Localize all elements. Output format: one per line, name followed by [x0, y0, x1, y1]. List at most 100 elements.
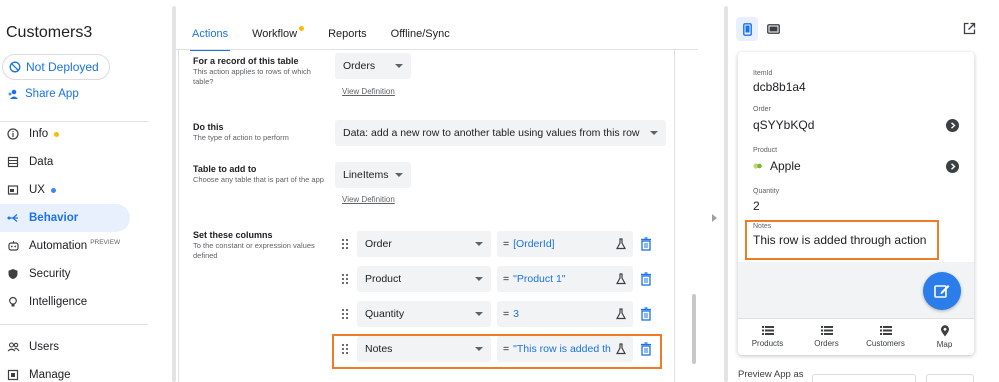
flask-icon[interactable]: [615, 238, 627, 250]
preview-app-as-label: Preview App as: [738, 369, 804, 380]
action-type-select[interactable]: Data: add a new row to another table usi…: [335, 120, 666, 146]
drag-handle-icon[interactable]: [341, 308, 349, 320]
sidebar-item-label: Behavior: [29, 212, 79, 224]
edit-button[interactable]: [923, 272, 961, 310]
bottom-nav: Products Orders Customers Map: [738, 318, 974, 355]
behavior-icon: [7, 214, 18, 222]
delete-icon[interactable]: [640, 307, 652, 321]
users-icon: [7, 342, 19, 352]
preview-badge: PREVIEW: [90, 238, 121, 246]
sidebar-nav: Info Data UX Behavior Automation PREVIEW: [0, 120, 148, 382]
list-icon: [879, 326, 892, 335]
field-label: Quantity: [753, 188, 780, 195]
table-to-add-select[interactable]: LineItems: [335, 162, 411, 188]
column-value-input[interactable]: = [OrderId]: [497, 231, 633, 257]
collapse-panel-icon[interactable]: [712, 214, 717, 222]
sidebar-item-label: Users: [29, 341, 60, 353]
record-table-select[interactable]: Orders: [335, 53, 411, 79]
sidebar-item-label: Intelligence: [29, 296, 88, 308]
app-preview: ItemId dcb8b1a4 Order qSYYbKQd Product A…: [738, 52, 974, 355]
set-columns-label: Set these columns: [193, 230, 273, 240]
delete-icon[interactable]: [640, 272, 652, 286]
preview-scrollbar[interactable]: [724, 6, 728, 382]
chevron-down-icon: [475, 312, 483, 316]
chevron-right-icon[interactable]: [946, 119, 959, 132]
deploy-status-button[interactable]: Not Deployed: [2, 54, 110, 80]
shield-icon: [8, 269, 18, 279]
tablet-icon: [766, 24, 780, 34]
do-this-label: Do this: [193, 122, 224, 132]
drag-handle-icon[interactable]: [341, 238, 349, 250]
divider: [0, 324, 148, 325]
phone-icon: [742, 22, 752, 36]
chevron-down-icon: [650, 131, 658, 135]
sidebar-item-label: Automation: [29, 240, 88, 252]
phone-view-button[interactable]: [736, 17, 758, 41]
view-definition-link[interactable]: View Definition: [342, 87, 395, 96]
sidebar-item-automation[interactable]: Automation PREVIEW: [0, 232, 148, 260]
view-definition-link[interactable]: View Definition: [342, 195, 395, 204]
automation-icon: [7, 241, 19, 251]
bottom-nav-orders[interactable]: Orders: [797, 319, 856, 355]
sidebar-item-behavior[interactable]: Behavior: [0, 204, 130, 232]
column-value-input[interactable]: = 3: [497, 301, 633, 327]
record-table-label: For a record of this table: [193, 56, 299, 66]
tablet-view-button[interactable]: [762, 17, 784, 41]
field-label: Product: [753, 147, 778, 154]
bottom-nav-products[interactable]: Products: [738, 319, 797, 355]
sidebar-item-users[interactable]: Users: [0, 333, 148, 361]
ux-icon: [7, 185, 19, 195]
sidebar: Customers3 Not Deployed Share App Info D…: [0, 0, 148, 382]
sidebar-item-ux[interactable]: UX: [0, 176, 148, 204]
flask-icon[interactable]: [615, 308, 627, 320]
tab-offline-sync[interactable]: Offline/Sync: [379, 22, 462, 50]
bottom-nav-customers[interactable]: Customers: [856, 319, 915, 355]
do-this-desc: The type of action to perform: [193, 133, 289, 142]
form-scrollbar[interactable]: [692, 294, 696, 364]
share-app-label: Share App: [25, 88, 79, 100]
drag-handle-icon[interactable]: [341, 273, 349, 285]
set-columns-desc: To the constant or expression values def…: [193, 241, 315, 260]
chevron-down-icon: [475, 277, 483, 281]
field-value: 2: [753, 199, 760, 213]
bulb-icon: [9, 296, 17, 307]
flask-icon[interactable]: [615, 273, 627, 285]
sidebar-item-intelligence[interactable]: Intelligence: [0, 288, 148, 316]
tab-actions[interactable]: Actions: [180, 22, 240, 51]
column-value-input[interactable]: = "Product 1": [497, 266, 633, 292]
sidebar-item-label: UX: [29, 184, 45, 196]
preview-as-select[interactable]: [812, 374, 916, 382]
status-dot: [54, 131, 60, 137]
field-label: Order: [753, 106, 771, 113]
preview-as-apply[interactable]: [926, 374, 974, 382]
field-value: Apple: [753, 159, 801, 173]
delete-icon[interactable]: [640, 237, 652, 251]
action-form: For a record of this table This action a…: [178, 50, 675, 382]
field-value: dcb8b1a4: [753, 80, 806, 94]
chevron-right-icon[interactable]: [946, 160, 959, 173]
column-name-select[interactable]: Product: [357, 266, 491, 292]
share-app-button[interactable]: Share App: [8, 88, 79, 100]
column-name-select[interactable]: Quantity: [357, 301, 491, 327]
record-table-desc: This action applies to rows of which tab…: [193, 67, 311, 86]
sidebar-item-data[interactable]: Data: [0, 148, 148, 176]
sidebar-item-security[interactable]: Security: [0, 260, 148, 288]
table-to-add-desc: Choose any table that is part of the app: [193, 175, 324, 184]
chevron-down-icon: [395, 173, 403, 177]
column-name-select[interactable]: Order: [357, 231, 491, 257]
sidebar-item-info[interactable]: Info: [0, 120, 148, 148]
highlight-box: [745, 220, 939, 260]
product-thumbnail-icon: [753, 163, 762, 169]
tab-reports[interactable]: Reports: [316, 22, 379, 50]
table-icon: [7, 156, 19, 168]
sidebar-item-manage[interactable]: Manage: [0, 361, 148, 382]
tab-workflow[interactable]: Workflow: [240, 22, 316, 50]
info-icon: [7, 128, 19, 140]
open-external-icon[interactable]: [963, 22, 976, 35]
bottom-nav-map[interactable]: Map: [915, 319, 974, 355]
behavior-tabs: Actions Workflow Reports Offline/Sync: [180, 22, 462, 51]
manage-icon: [7, 369, 19, 381]
panel-scrollbar[interactable]: [172, 6, 176, 382]
chevron-down-icon: [475, 242, 483, 246]
product-value: Apple: [770, 159, 801, 173]
